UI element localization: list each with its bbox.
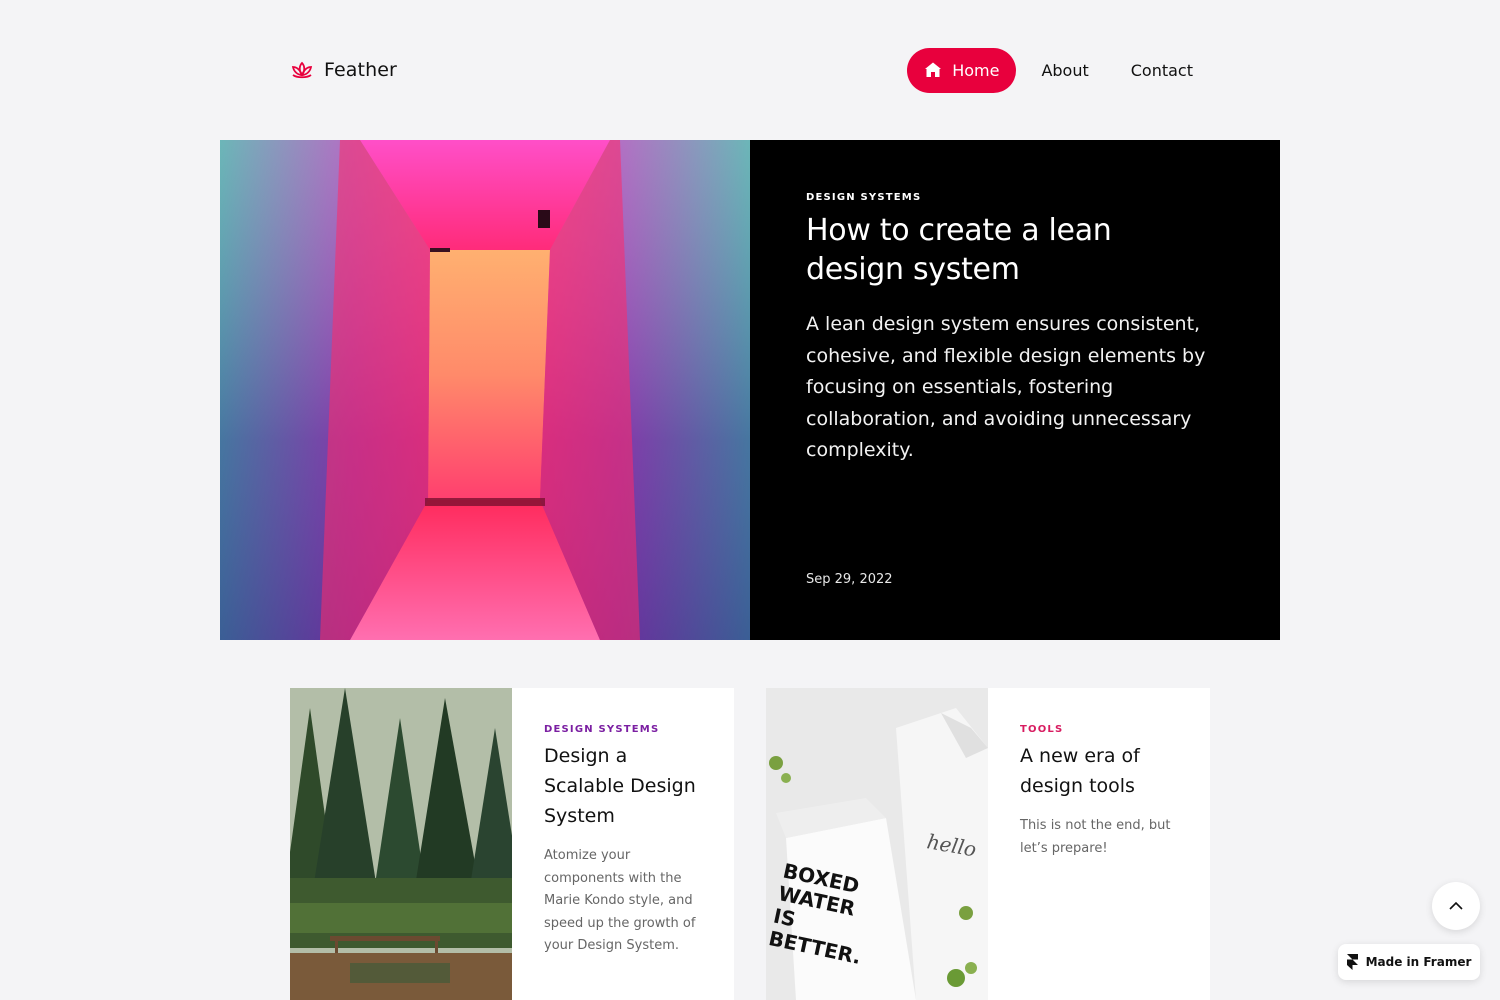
post-card-body: DESIGN SYSTEMS Design a Scalable Design … [512, 688, 734, 1000]
post-title: How to create a lean design system [806, 213, 1112, 287]
post-title: A new era of design tools [1020, 745, 1140, 797]
milk-carton-image: hello BOXED WATER IS BETTER. [766, 688, 988, 1000]
neon-corridor-image [220, 140, 750, 640]
post-description: Atomize your components with the Marie K… [544, 848, 696, 953]
badge-label: Made in Framer [1365, 955, 1472, 969]
post-list: DESIGN SYSTEMS Design a Scalable Design … [290, 688, 1210, 1000]
brand-logo-link[interactable]: Feather [290, 59, 397, 81]
post-category: TOOLS [1020, 724, 1064, 735]
nav-item-label: About [1041, 60, 1089, 80]
home-icon [925, 62, 942, 77]
post-card-new-era-design-tools[interactable]: hello BOXED WATER IS BETTER. TOOLS A new… [766, 688, 1210, 1000]
post-description: A lean design system ensures consistent,… [806, 313, 1206, 461]
nav-item-label: Contact [1130, 60, 1193, 80]
lotus-icon [291, 61, 313, 79]
post-description: This is not the end, but let’s prepare! [1020, 818, 1171, 856]
post-title: Design a Scalable Design System [544, 745, 696, 827]
scroll-to-top-button[interactable] [1432, 882, 1480, 930]
site-header: Feather Home About Contact [290, 46, 1210, 94]
post-card-scalable-design-system[interactable]: DESIGN SYSTEMS Design a Scalable Design … [290, 688, 734, 1000]
featured-post-content: DESIGN SYSTEMS How to create a lean desi… [750, 140, 1280, 640]
nav-item-label: Home [952, 60, 1000, 80]
main-nav: Home About Contact [907, 47, 1210, 93]
nav-item-about[interactable]: About [1024, 48, 1105, 93]
forest-image [290, 688, 512, 1000]
nav-item-home[interactable]: Home [907, 47, 1017, 93]
framer-logo-icon [1346, 954, 1358, 970]
featured-post[interactable]: DESIGN SYSTEMS How to create a lean desi… [220, 140, 1280, 640]
chevron-up-icon [1449, 901, 1463, 910]
nav-item-contact[interactable]: Contact [1114, 48, 1210, 93]
brand-name: Feather [324, 59, 397, 81]
post-card-body: TOOLS A new era of design tools This is … [988, 688, 1210, 1000]
post-category: DESIGN SYSTEMS [806, 192, 922, 203]
made-in-framer-badge[interactable]: Made in Framer [1338, 944, 1480, 980]
post-date: Sep 29, 2022 [806, 572, 893, 587]
post-category: DESIGN SYSTEMS [544, 724, 660, 735]
